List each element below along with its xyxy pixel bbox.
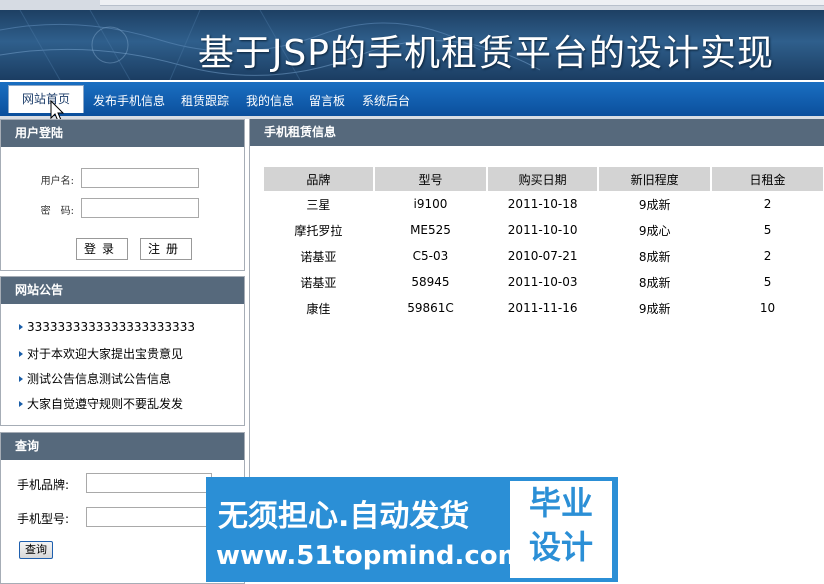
site-banner: 基于JSP的手机租赁平台的设计实现 [0, 10, 824, 80]
username-input[interactable] [81, 168, 199, 188]
nav-item-home[interactable]: 网站首页 [8, 85, 85, 113]
cell-brand: 诺基亚 [300, 249, 337, 264]
password-label: 密 码: [40, 206, 74, 217]
cell-purchase-date: 2011-11-16 [507, 301, 578, 315]
notice-item[interactable]: 3333333333333333333333 [19, 320, 195, 334]
cell-condition: 9成新 [638, 197, 671, 212]
bullet-arrow-icon [19, 400, 23, 407]
column-header-purchase-date: 购买日期 [488, 167, 598, 191]
query-panel-title: 查询 [1, 433, 244, 460]
watermark-slogan: 无须担心.自动发货 [218, 499, 470, 534]
table-row[interactable]: 诺基亚 C5-03 2010-07-21 8成新 2 [264, 243, 823, 269]
table-row[interactable]: 诺基亚 58945 2011-10-03 8成新 5 [264, 269, 823, 295]
listing-title: 手机租赁信息 [250, 119, 824, 146]
watermark-url: www.51topmind.com [216, 541, 525, 571]
cell-purchase-date: 2010-07-21 [507, 249, 578, 263]
notice-item[interactable]: 大家自觉遵守规则不要乱发发 [19, 395, 183, 412]
cell-daily-rent: 2 [763, 197, 772, 211]
cell-model: 59861C [407, 301, 454, 315]
cell-brand: 康佳 [306, 301, 331, 316]
notice-item-text: 3333333333333333333333 [27, 320, 195, 334]
table-row[interactable]: 三星 i9100 2011-10-18 9成新 2 [264, 191, 823, 217]
cell-model: ME525 [410, 223, 451, 237]
cell-purchase-date: 2011-10-18 [507, 197, 578, 211]
rental-table: 品牌 型号 购买日期 新旧程度 日租金 三星 i9100 2011-10-18 … [262, 167, 824, 321]
login-panel-title: 用户登陆 [1, 120, 244, 147]
column-header-condition: 新旧程度 [599, 167, 711, 191]
bullet-arrow-icon [19, 375, 23, 382]
password-row: 密 码: [1, 198, 244, 220]
notice-item-text: 测试公告信息测试公告信息 [27, 372, 172, 386]
cell-daily-rent: 2 [763, 249, 772, 263]
password-input[interactable] [81, 198, 199, 218]
model-label: 手机型号: [17, 512, 70, 526]
cell-condition: 8成新 [638, 249, 671, 264]
nav-item-rental-tracking[interactable]: 租赁跟踪 [181, 92, 229, 109]
cell-daily-rent: 5 [763, 275, 772, 289]
login-panel: 用户登陆 用户名: 密 码: 登录 注册 [0, 119, 245, 271]
login-button[interactable]: 登录 [76, 238, 128, 260]
table-row[interactable]: 摩托罗拉 ME525 2011-10-10 9成心 5 [264, 217, 823, 243]
browser-top-strip [0, 0, 824, 10]
column-header-daily-rent: 日租金 [712, 167, 823, 191]
watermark-badge: 毕业 设计 [510, 481, 612, 578]
brand-label: 手机品牌: [17, 478, 70, 492]
main-nav: 网站首页 发布手机信息 租赁跟踪 我的信息 留言板 系统后台 [0, 82, 824, 119]
nav-item-my-info[interactable]: 我的信息 [246, 92, 294, 109]
bullet-arrow-icon [19, 323, 23, 330]
cell-model: 58945 [411, 275, 450, 289]
cell-condition: 9成新 [638, 301, 671, 316]
bullet-arrow-icon [19, 350, 23, 357]
notice-item[interactable]: 测试公告信息测试公告信息 [19, 370, 171, 387]
cell-condition: 9成心 [638, 223, 671, 238]
watermark-badge-line2: 设计 [528, 528, 593, 566]
notice-item-text: 大家自觉遵守规则不要乱发发 [27, 397, 184, 411]
cell-brand: 三星 [306, 197, 331, 212]
nav-item-publish-phone[interactable]: 发布手机信息 [93, 92, 165, 109]
cell-purchase-date: 2011-10-03 [507, 275, 578, 289]
query-button[interactable]: 查询 [19, 541, 53, 559]
nav-item-message-board[interactable]: 留言板 [309, 92, 345, 109]
username-row: 用户名: [1, 168, 244, 190]
notice-item[interactable]: 对于本欢迎大家提出宝贵意见 [19, 345, 183, 362]
cell-daily-rent: 10 [759, 301, 776, 315]
register-button[interactable]: 注册 [140, 238, 192, 260]
cell-model: i9100 [413, 197, 448, 211]
nav-item-admin[interactable]: 系统后台 [362, 92, 410, 109]
column-header-brand: 品牌 [264, 167, 373, 191]
notice-panel: 网站公告 3333333333333333333333 对于本欢迎大家提出宝贵意… [0, 276, 245, 426]
column-header-model: 型号 [374, 167, 487, 191]
notice-item-text: 对于本欢迎大家提出宝贵意见 [27, 347, 184, 361]
model-input[interactable] [86, 507, 212, 527]
cell-model: C5-03 [412, 249, 449, 263]
table-header-row: 品牌 型号 购买日期 新旧程度 日租金 [264, 167, 823, 191]
notice-panel-title: 网站公告 [1, 277, 244, 304]
table-row[interactable]: 康佳 59861C 2011-11-16 9成新 10 [264, 295, 823, 321]
username-label: 用户名: [40, 176, 74, 187]
cell-brand: 摩托罗拉 [294, 223, 343, 238]
brand-input[interactable] [86, 473, 212, 493]
cell-daily-rent: 5 [763, 223, 772, 237]
watermark-badge-line1: 毕业 [528, 484, 593, 522]
cell-brand: 诺基亚 [300, 275, 337, 290]
cell-purchase-date: 2011-10-10 [507, 223, 578, 237]
watermark-banner: 无须担心.自动发货 www.51topmind.com 毕业 设计 [206, 477, 618, 582]
browser-address-area [100, 0, 824, 6]
site-title: 基于JSP的手机租赁平台的设计实现 [197, 33, 774, 74]
cell-condition: 8成新 [638, 275, 671, 290]
